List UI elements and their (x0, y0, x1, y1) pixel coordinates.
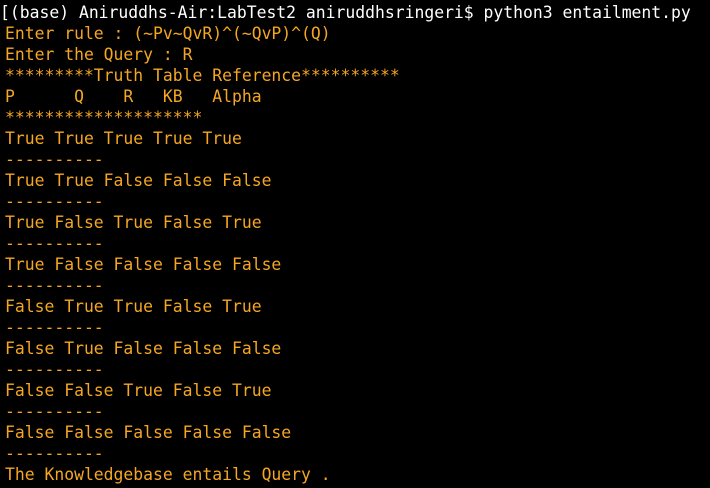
row-separator: ---------- (5, 360, 104, 379)
row-separator: ---------- (5, 192, 104, 211)
row-separator: ---------- (5, 318, 104, 337)
truth-table-row: False False True False True (5, 381, 272, 400)
truth-table-row: True False True False True (5, 213, 262, 232)
row-separator: ---------- (5, 234, 104, 253)
shell-command: (base) Aniruddhs-Air:LabTest2 aniruddhsr… (9, 3, 691, 22)
row-separator: ---------- (5, 150, 104, 169)
truth-table-header: *********Truth Table Reference********** (5, 66, 400, 85)
row-separator: ---------- (5, 402, 104, 421)
truth-table-columns: P Q R KB Alpha (5, 87, 262, 106)
truth-table-row: False True False False False (5, 339, 282, 358)
stars-divider: ******************** (5, 108, 203, 127)
rule-input-line: Enter rule : (~Pv~QvR)^(~QvP)^(Q) (5, 24, 331, 43)
row-separator: ---------- (5, 444, 104, 463)
truth-table-row: False True True False True (5, 297, 262, 316)
query-input-line: Enter the Query : R (5, 45, 193, 64)
entailment-conclusion: The Knowledgebase entails Query . (5, 465, 331, 484)
truth-table-row: True True False False False (5, 171, 272, 190)
terminal-window[interactable]: [(base) Aniruddhs-Air:LabTest2 aniruddhs… (0, 0, 710, 488)
truth-table-row: True False False False False (5, 255, 282, 274)
prompt-prefix-mark: [ (0, 3, 10, 22)
truth-table-row: True True True True True (5, 129, 242, 148)
shell-prompt-line: [(base) Aniruddhs-Air:LabTest2 aniruddhs… (0, 2, 691, 23)
row-separator: ---------- (5, 276, 104, 295)
truth-table-row: False False False False False (5, 423, 292, 442)
